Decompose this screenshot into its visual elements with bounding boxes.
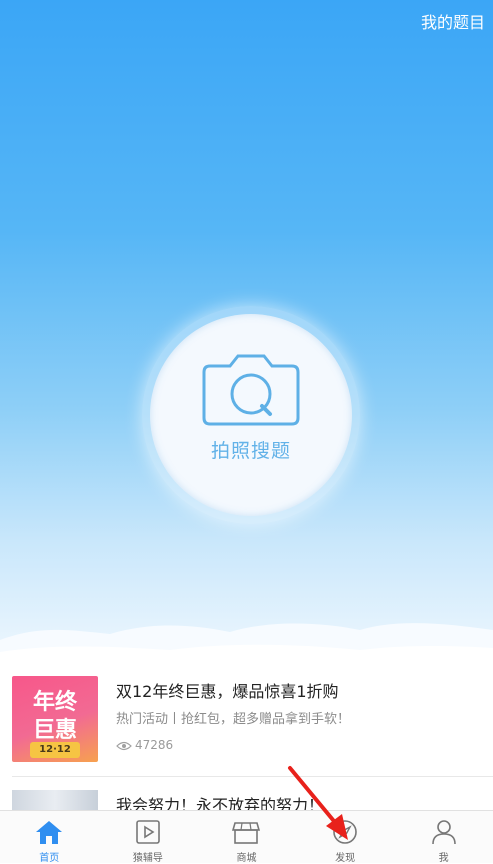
promo-thumbnail: 年终 巨惠 12·12	[12, 676, 98, 762]
play-icon	[136, 820, 160, 844]
eye-icon	[116, 741, 132, 750]
camera-search-button[interactable]: 拍照搜题	[150, 314, 352, 516]
tab-yuanfudao[interactable]: 猿辅导	[99, 811, 198, 864]
cloud-divider	[0, 623, 493, 670]
bottom-tab-bar: 首页 猿辅导 商城 发现 我	[0, 810, 493, 864]
tab-me[interactable]: 我	[394, 811, 493, 864]
item-title: 双12年终巨惠，爆品惊喜1折购	[116, 682, 339, 701]
list-item[interactable]: 年终 巨惠 12·12 双12年终巨惠，爆品惊喜1折购 热门活动丨抢红包，超多赠…	[0, 670, 493, 776]
tab-home[interactable]: 首页	[0, 811, 99, 864]
my-questions-link[interactable]: 我的题目	[421, 9, 485, 33]
list-item[interactable]: 我会努力！永不放弃的努力！	[0, 790, 493, 815]
thumb-line-2: 巨惠	[32, 718, 77, 743]
list-divider	[12, 776, 493, 777]
camera-label: 拍照搜题	[210, 440, 291, 462]
store-icon	[232, 822, 261, 844]
thumb-date: 12·12	[30, 742, 80, 758]
camera-icon	[202, 354, 300, 426]
item-subtitle: 热门活动丨抢红包，超多赠品拿到手软！	[116, 712, 351, 727]
view-count: 47286	[116, 738, 173, 752]
view-count-value: 47286	[135, 738, 174, 752]
home-icon	[36, 821, 63, 844]
person-icon	[431, 820, 456, 845]
annotation-arrow-icon	[288, 766, 348, 840]
